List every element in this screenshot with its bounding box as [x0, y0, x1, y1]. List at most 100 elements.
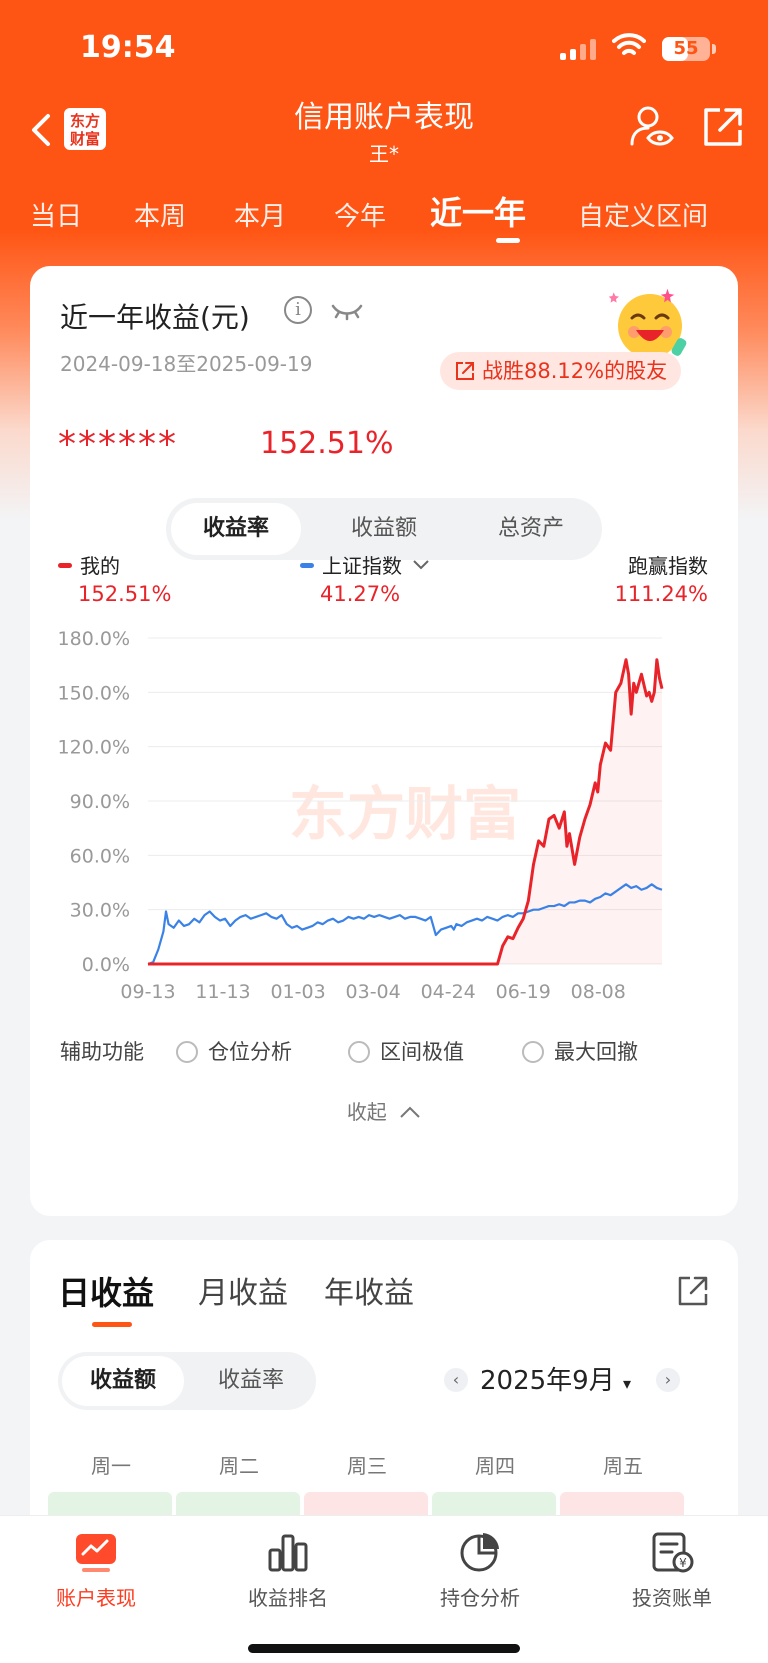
prev-month-button[interactable]: ‹	[444, 1368, 468, 1392]
performance-card: 近一年收益(元) i 2024-09-18至2025-09-19 战胜88.12…	[30, 266, 738, 1216]
current-month: 2025年9月	[480, 1366, 615, 1396]
status-time: 19:54	[80, 30, 176, 65]
x-tick-label: 01-03	[270, 981, 325, 1003]
seg-amount[interactable]: 收益额	[62, 1356, 184, 1406]
legend-beat-label: 跑赢指数	[628, 554, 708, 578]
weekday-tue: 周二	[219, 1454, 259, 1478]
returns-segmented-control: 收益额 收益率	[58, 1352, 316, 1410]
x-tick-label: 03-04	[346, 981, 401, 1003]
caret-down-icon: ▾	[622, 1374, 632, 1393]
return-percentage: 152.51%	[260, 426, 394, 461]
bar-chart-icon	[268, 1534, 308, 1572]
y-tick-label: 60.0%	[70, 845, 130, 867]
hidden-amount: ******	[58, 424, 178, 465]
battery-tip	[712, 44, 716, 54]
collapse-button[interactable]: 收起	[30, 1096, 738, 1125]
weekday-mon: 周一	[91, 1454, 131, 1478]
user-privacy-icon[interactable]	[628, 104, 674, 150]
badge-text: 战胜88.12%的股友	[482, 359, 668, 383]
return-line-chart[interactable]: 东方财富 180.0% 150.0% 120.0% 90.0% 60.0% 30.0% 0.0…	[30, 626, 738, 1006]
svg-text:¥: ¥	[679, 1556, 687, 1570]
aux-range-extremes-label: 区间极值	[380, 1040, 464, 1064]
tab-today[interactable]: 当日	[30, 196, 82, 233]
legend-index-swatch	[300, 563, 314, 568]
legend-mine-value: 152.51%	[78, 582, 172, 606]
tab-month[interactable]: 本月	[234, 196, 286, 233]
cellular-signal-icon	[560, 38, 596, 60]
active-tab-indicator	[496, 238, 520, 243]
pie-chart-icon	[460, 1533, 499, 1572]
nav-investment-bill[interactable]: ¥ 投资账单	[602, 1530, 742, 1611]
y-tick-label: 180.0%	[58, 628, 130, 650]
bill-icon: ¥	[652, 1532, 694, 1573]
seg-rate[interactable]: 收益率	[190, 1356, 312, 1406]
radio-icon	[522, 1041, 544, 1063]
tab-last-year[interactable]: 近一年	[430, 188, 526, 234]
status-bar: 19:54 55	[0, 0, 768, 90]
chevron-down-icon	[413, 560, 430, 570]
summary-title: 近一年收益(元)	[60, 301, 250, 334]
radio-icon	[176, 1041, 198, 1063]
tab-monthly-returns[interactable]: 月收益	[198, 1268, 288, 1312]
y-tick-label: 30.0%	[70, 900, 130, 922]
tab-year[interactable]: 今年	[334, 196, 386, 233]
period-tabs: 当日 本周 本月 今年 近一年 自定义区间	[0, 188, 768, 244]
legend-mine-label: 我的	[80, 554, 120, 578]
weekday-fri: 周五	[603, 1454, 643, 1478]
x-tick-label: 06-19	[496, 981, 551, 1003]
y-tick-label: 150.0%	[58, 682, 130, 704]
legend-mine-swatch	[58, 563, 72, 568]
weekday-thu: 周四	[475, 1454, 515, 1478]
chart-card-icon	[76, 1534, 116, 1572]
returns-tab-indicator	[92, 1322, 132, 1327]
battery-level: 55	[673, 38, 699, 59]
aux-label: 辅助功能	[60, 1040, 144, 1064]
returns-calendar-card: 日收益 月收益 年收益 收益额 收益率 ‹ 2025年9月 ▾ › 周一 周二 …	[30, 1240, 738, 1540]
tab-yearly-returns[interactable]: 年收益	[324, 1268, 414, 1312]
nav-account-performance[interactable]: 账户表现	[26, 1530, 166, 1611]
nav-label: 投资账单	[632, 1586, 712, 1610]
metric-tab-return-amount[interactable]: 收益额	[319, 503, 449, 555]
next-month-button[interactable]: ›	[656, 1368, 680, 1392]
nav-label: 账户表现	[56, 1586, 136, 1610]
x-tick-label: 11-13	[195, 981, 250, 1003]
legend-index[interactable]: 上证指数	[300, 550, 430, 579]
wifi-icon	[612, 33, 646, 55]
nav-label: 收益排名	[248, 1586, 328, 1610]
legend-index-value: 41.27%	[320, 582, 401, 606]
tab-custom-range[interactable]: 自定义区间	[578, 196, 708, 233]
metric-tab-total-assets[interactable]: 总资产	[466, 503, 596, 555]
aux-range-extremes[interactable]: 区间极值	[348, 1036, 464, 1066]
share-icon[interactable]	[702, 106, 744, 148]
aux-max-drawdown-label: 最大回撤	[554, 1040, 638, 1064]
metric-tab-return-rate[interactable]: 收益率	[171, 503, 301, 555]
nav-return-ranking[interactable]: 收益排名	[218, 1530, 358, 1611]
aux-position-analysis[interactable]: 仓位分析	[176, 1036, 292, 1066]
x-tick-label: 09-13	[120, 981, 175, 1003]
share-small-icon	[456, 362, 474, 380]
legend-index-label: 上证指数	[322, 554, 402, 578]
aux-max-drawdown[interactable]: 最大回撤	[522, 1036, 638, 1066]
nav-holdings-analysis[interactable]: 持仓分析	[410, 1530, 550, 1611]
month-selector[interactable]: 2025年9月 ▾	[480, 1358, 631, 1407]
share-icon[interactable]	[676, 1274, 710, 1308]
eye-closed-icon[interactable]	[330, 300, 364, 322]
tab-daily-returns[interactable]: 日收益	[58, 1268, 154, 1314]
battery-icon: 55	[662, 37, 710, 61]
x-tick-label: 08-08	[571, 981, 626, 1003]
aux-position-analysis-label: 仓位分析	[208, 1040, 292, 1064]
y-tick-label: 0.0%	[82, 954, 130, 976]
home-indicator	[248, 1644, 520, 1653]
date-range: 2024-09-18至2025-09-19	[60, 352, 313, 376]
chevron-up-icon	[400, 1106, 420, 1118]
y-tick-label: 90.0%	[70, 791, 130, 813]
legend-mine: 我的	[58, 550, 120, 579]
beat-percentage-badge[interactable]: 战胜88.12%的股友	[440, 352, 682, 390]
x-tick-label: 04-24	[421, 981, 476, 1003]
weekday-wed: 周三	[347, 1454, 387, 1478]
info-icon[interactable]: i	[284, 296, 312, 324]
chart-watermark: 东方财富	[289, 780, 521, 848]
tab-week[interactable]: 本周	[134, 196, 186, 233]
nav-label: 持仓分析	[440, 1586, 520, 1610]
collapse-label: 收起	[346, 1100, 387, 1124]
